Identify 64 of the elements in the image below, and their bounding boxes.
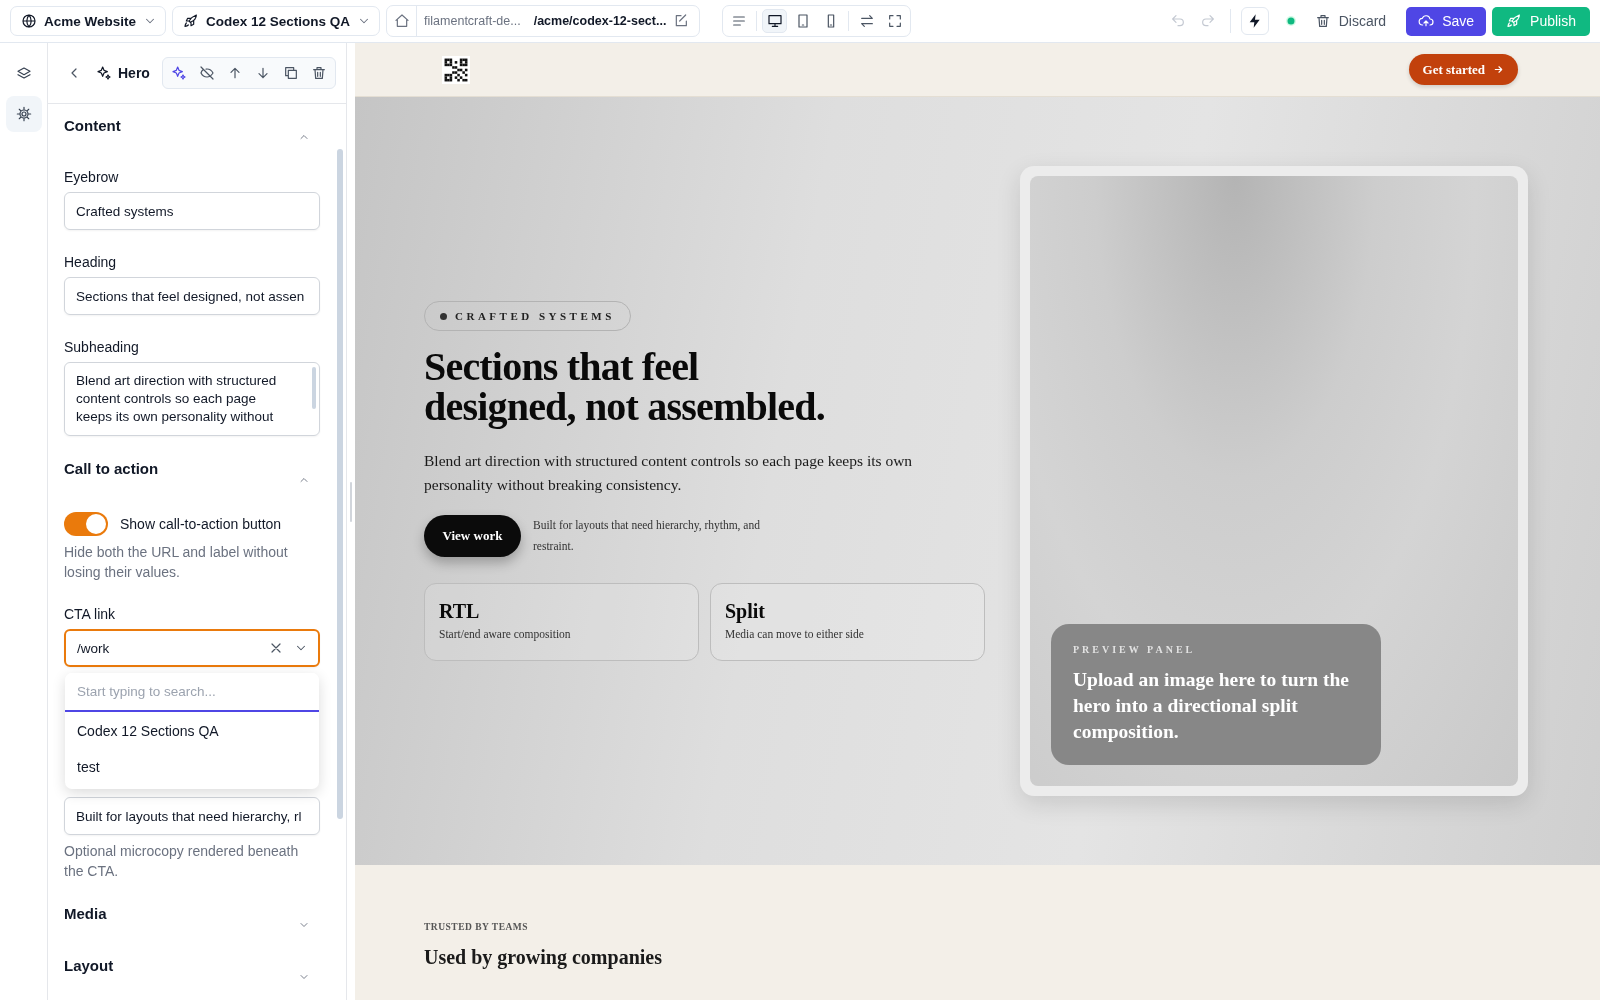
panel-text: Upload an image here to turn the hero into a directional split composition. bbox=[1073, 668, 1350, 744]
fullscreen-icon bbox=[886, 13, 903, 29]
sparkles-icon[interactable] bbox=[170, 65, 187, 81]
hero-subheading: Blend art direction with structured content controls so each page keeps its own personality without breaking consistency. bbox=[424, 451, 914, 495]
scrollbar[interactable] bbox=[337, 149, 343, 819]
field-label: Subheading bbox=[64, 339, 140, 355]
toggle-switch[interactable] bbox=[64, 512, 108, 536]
desktop-view-button[interactable] bbox=[762, 9, 788, 33]
edit-icon[interactable] bbox=[673, 13, 690, 29]
section-heading: Used by growing companies bbox=[424, 946, 663, 969]
swap-arrows-icon bbox=[858, 13, 875, 29]
search-field[interactable]: Start typing to search... bbox=[65, 673, 319, 712]
status-dot-icon bbox=[1284, 15, 1297, 27]
lines-icon bbox=[730, 13, 747, 29]
block-title: Hero bbox=[118, 65, 150, 81]
card-text: Start/end aware composition bbox=[439, 628, 572, 640]
rocket-icon bbox=[1506, 13, 1523, 29]
text-area[interactable]: Blend art direction with structured content controls so each page keeps its own personality without bbox=[64, 362, 320, 436]
cloud-upload-icon bbox=[1418, 13, 1435, 29]
cta-note: Built for layouts that need hierarchy, rhythm, and restraint. bbox=[533, 518, 761, 554]
text-field[interactable]: Built for layouts that need hierarchy, rl bbox=[64, 797, 320, 835]
save-button[interactable]: Save bbox=[1406, 6, 1487, 36]
sparkles-icon bbox=[96, 65, 112, 81]
arrow-right-icon bbox=[1493, 64, 1504, 75]
view-work-button[interactable]: View work bbox=[424, 515, 521, 557]
toggle-label: Show call-to-action button bbox=[120, 516, 282, 532]
panel-label: PREVIEW PANEL bbox=[1073, 644, 1197, 655]
discard-button[interactable]: Discard bbox=[1314, 13, 1387, 29]
card-text: Media can move to either side bbox=[725, 628, 865, 640]
url-domain: filamentcraft-de... bbox=[424, 14, 521, 28]
help-text: Hide both the URL and label without losing their values. bbox=[64, 543, 289, 582]
dropdown-option[interactable]: test bbox=[65, 749, 319, 785]
section-title[interactable]: Layout bbox=[64, 957, 114, 974]
help-text: Optional microcopy rendered beneath the CTA. bbox=[64, 842, 300, 881]
trash-icon bbox=[1314, 13, 1331, 29]
section-title[interactable]: Media bbox=[64, 905, 107, 922]
text-field[interactable]: Crafted systems bbox=[64, 192, 320, 230]
eye-off-icon[interactable] bbox=[198, 65, 215, 81]
url-path[interactable]: /acme/codex-12-sect... bbox=[533, 14, 667, 28]
copy-icon[interactable] bbox=[282, 65, 299, 81]
field-label: Heading bbox=[64, 254, 118, 270]
section-title[interactable]: Call to action bbox=[64, 460, 159, 477]
settings-icon bbox=[15, 106, 32, 122]
home-icon bbox=[393, 13, 410, 29]
globe-icon bbox=[21, 13, 37, 29]
field-label: Eyebrow bbox=[64, 169, 120, 185]
field-label: CTA link bbox=[64, 606, 117, 622]
resize-handle[interactable] bbox=[350, 481, 352, 522]
section-eyebrow: TRUSTED BY TEAMS bbox=[424, 922, 530, 932]
dropdown-option[interactable]: Codex 12 Sections QA bbox=[65, 713, 319, 749]
project-select[interactable]: Codex 12 Sections QA bbox=[172, 6, 381, 36]
card-title: Split bbox=[725, 600, 767, 623]
site-select[interactable]: Acme Website bbox=[10, 6, 167, 36]
text-field[interactable]: Sections that feel designed, not assen bbox=[64, 277, 320, 315]
section-title[interactable]: Content bbox=[64, 117, 121, 134]
link-combobox[interactable]: /work bbox=[64, 629, 320, 667]
rocket-icon bbox=[183, 13, 200, 29]
settings-tab[interactable] bbox=[5, 96, 42, 132]
desktop-icon bbox=[766, 13, 783, 29]
trash-icon[interactable] bbox=[310, 65, 327, 81]
bolt-button[interactable] bbox=[1240, 7, 1269, 35]
hero-heading: Sections that feel designed, not assembled. bbox=[424, 347, 826, 427]
get-started-button[interactable]: Get started bbox=[1408, 54, 1518, 85]
card-title: RTL bbox=[439, 600, 481, 623]
